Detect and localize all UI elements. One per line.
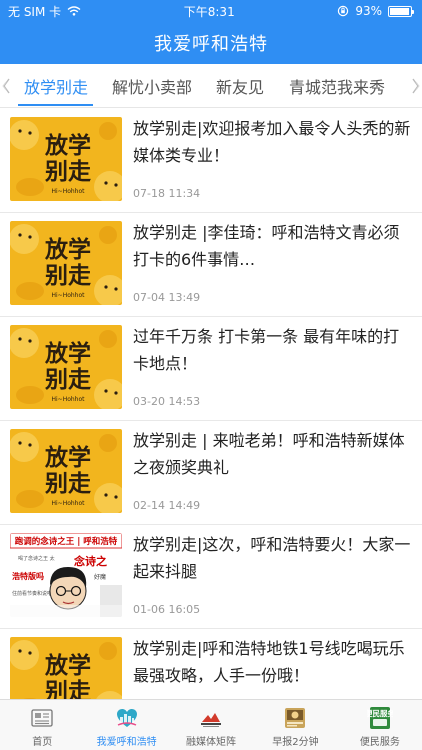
morning-news-icon [285,708,306,728]
poem-king-small-3: 住前看节奏和说唱 [12,590,52,597]
article-item[interactable]: 放学 别走 Hi~Hohhot 放学别走 |李佳琦：呼和浩特文青必须打卡的6件事情…… [0,213,422,317]
poster-subtitle: Hi~Hohhot [51,500,85,507]
tabbar-label: 我爱呼和浩特 [96,737,157,748]
article-list: 放学 别走 Hi~Hohhot 放学别走|欢迎报考加入最令人头秃的新媒体类专业！ 0… [0,109,422,699]
article-thumbnail: 放学别走 Hi~Hohhot [10,117,122,201]
carrier-text: 无 SIM 卡 [8,4,62,19]
poster-line-2: 别走 [44,263,91,289]
wifi-icon [67,6,81,16]
poster-line-2: 别走 [44,367,91,393]
orientation-lock-icon [338,5,349,17]
tabbar-love-hohhot[interactable]: 我爱呼和浩特 [84,700,168,750]
tab-jieyou-xiaomaibu[interactable]: 解忧小卖部 [112,64,192,108]
active-tab-indicator [18,104,93,106]
tabbar-convenience-service[interactable]: 便民服务 便民服务 [338,700,422,750]
article-date: 07-04 13:49 [133,291,201,304]
scroll-left-icon[interactable] [0,74,12,98]
battery-icon [387,5,414,17]
tab-fangxuebiezou[interactable]: 放学别走 [24,64,88,108]
poster-subtitle: Hi~Hohhot [51,292,85,299]
article-item[interactable]: 放学 别走 Hi~Hohhot 放学别走|欢迎报考加入最令人头秃的新媒体类专业！ 0… [0,109,422,213]
tabbar-label: 首页 [32,737,53,748]
app-header: 无 SIM 卡 下午8:31 93% 我爱呼和浩特 [0,0,422,64]
page-title: 我爱呼和浩特 [154,34,268,55]
poem-king-small-1: 喝了念诗之王 太 [18,555,55,562]
article-title: 放学别走 |李佳琦：呼和浩特文青必须打卡的6件事情… [133,223,400,269]
poster-icon: 放学别走 Hi~Hohhot [10,325,122,409]
poster-line-1: 放学 [44,236,91,263]
poem-king-icon: 跑调的念诗之王 | 呼和浩特 喝了念诗之王 太 念诗之 浩特版吗 好魔 住前看节… [10,533,122,617]
heart-city-icon [116,709,137,727]
article-title: 放学别走|这次，呼和浩特要火！大家一起来抖腿 [133,535,411,581]
status-bar: 无 SIM 卡 下午8:31 93% [0,0,422,22]
poem-king-banner: 跑调的念诗之王 | 呼和浩特 [15,536,118,547]
scroll-right-icon[interactable] [410,74,422,98]
article-date: 01-06 16:05 [133,603,201,616]
poem-king-caption: 念诗之 [73,554,107,568]
service-icon-text: 便民服务 [367,708,393,718]
poster-line-1: 放学 [44,340,91,367]
article-thumbnail: 放学别走 Hi~Hohhot [10,429,122,513]
poster-icon: 放学别走 Hi~Hohhot [10,221,122,305]
battery-percent: 93% [355,4,382,18]
service-icon: 便民服务 [367,707,393,729]
article-title: 放学别走|欢迎报考加入最令人头秃的新媒体类专业！ [133,119,411,165]
article-thumbnail: 跑调的念诗之王 | 呼和浩特 喝了念诗之王 太 念诗之 浩特版吗 好魔 住前看节… [10,533,122,617]
poster-line-2: 别走 [44,159,91,185]
tabbar-media-matrix[interactable]: 融媒体矩阵 [169,700,253,750]
poster-subtitle: Hi~Hohhot [51,396,85,403]
article-thumbnail: 放学别走 Hi~Hohhot [10,221,122,305]
clock-text: 下午8:31 [183,4,235,19]
poster-line-2: 别走 [44,471,91,497]
poster-icon: 放学别走 Hi~Hohhot [10,117,122,201]
article-title: 放学别走 | 来啦老弟！呼和浩特新媒体之夜颁奖典礼 [133,431,405,477]
poster-line-1: 放学 [44,132,91,159]
article-thumbnail: 放学别走Hi~Hohhot [10,637,122,699]
article-title: 过年千万条 打卡第一条 最有年味的打卡地点！ [133,327,400,373]
article-title: 放学别走|呼和浩特地铁1号线吃喝玩乐最强攻略，人手一份哦！ [133,639,405,685]
tabbar-label: 融媒体矩阵 [186,737,237,748]
poster-line-1: 放学 [44,652,91,679]
bottom-tab-bar: 首页 我爱呼和浩特 融媒体矩阵 早报2分钟 便民服务 便民服务 [0,699,422,750]
poster-icon: 放学别走Hi~Hohhot [10,637,122,699]
category-tabs: 放学别走 解忧小卖部 新友见 青城范我来秀 [0,64,422,108]
article-item[interactable]: 放学 别走 Hi~Hohhot 过年千万条 打卡第一条 最有年味的打卡地点！ 03-… [0,317,422,421]
tabbar-morning-news[interactable]: 早报2分钟 [253,700,337,750]
poem-king-small-2: 好魔 [94,573,106,581]
poem-king-side: 浩特版吗 [12,571,44,581]
tabbar-label: 早报2分钟 [272,737,319,748]
tabbar-label: 便民服务 [359,737,400,748]
poster-line-2: 别走 [44,679,91,699]
media-logo-icon [201,713,222,727]
poster-subtitle: Hi~Hohhot [51,188,85,195]
article-item[interactable]: 跑调的念诗之王 | 呼和浩特 喝了念诗之王 太 念诗之 浩特版吗 好魔 住前看节… [0,525,422,629]
poster-line-1: 放学 [44,444,91,471]
article-item[interactable]: 放学别走Hi~Hohhot 放学别走|呼和浩特地铁1号线吃喝玩乐最强攻略，人手一… [0,629,422,699]
article-date: 07-18 11:34 [133,187,201,200]
tab-xinyoujian[interactable]: 新友见 [216,64,264,108]
article-date: 02-14 14:49 [133,499,201,512]
tabbar-home[interactable]: 首页 [0,700,84,750]
article-date: 03-20 14:53 [133,395,201,408]
poster-icon: 放学别走 Hi~Hohhot [10,429,122,513]
article-thumbnail: 放学别走 Hi~Hohhot [10,325,122,409]
newspaper-icon [31,709,53,727]
tab-qingcheng-fan[interactable]: 青城范我来秀 [289,64,385,108]
article-item[interactable]: 放学 别走 Hi~Hohhot 放学别走 | 来啦老弟！呼和浩特新媒体之夜颁奖典礼 … [0,421,422,525]
